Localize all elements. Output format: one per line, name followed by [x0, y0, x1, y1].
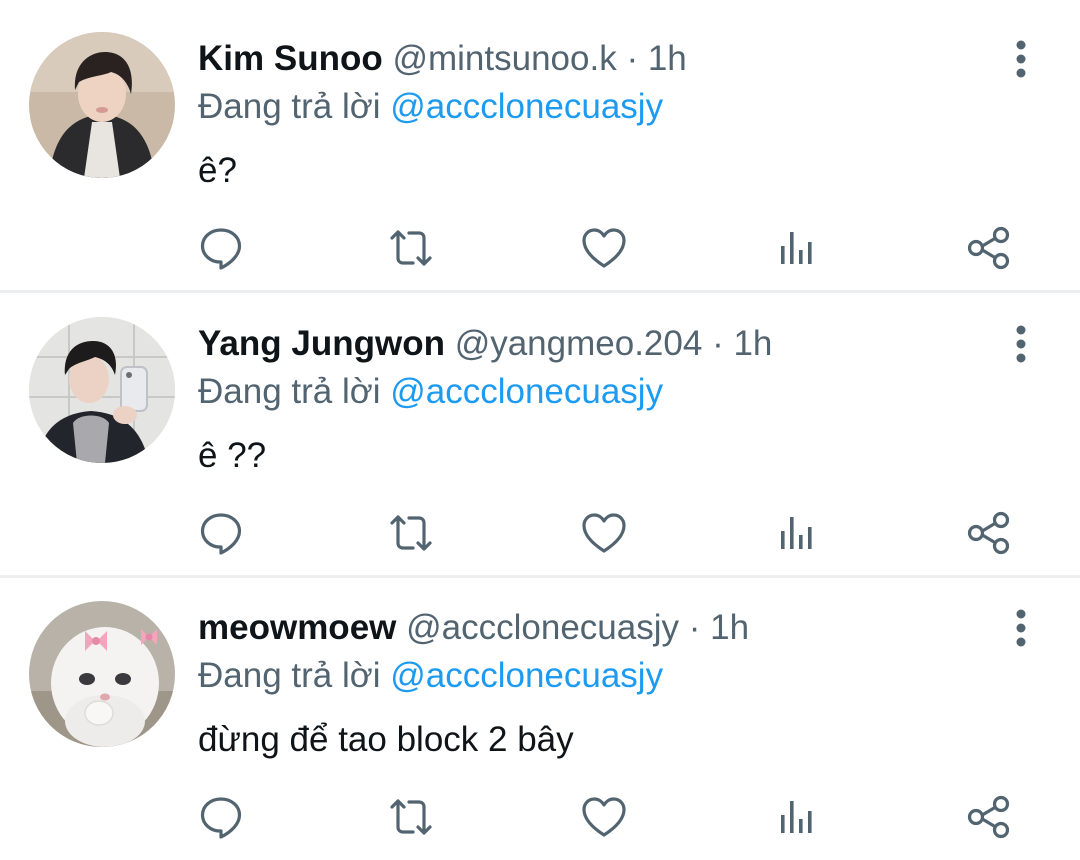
views-icon: [781, 232, 812, 264]
replying-to-line: Đang trả lời @accclonecuasjy: [198, 84, 663, 130]
retweet-button[interactable]: [387, 793, 435, 841]
tweet-item[interactable]: meowmoew @accclonecuasjy · 1h Đang trả l…: [0, 569, 1080, 853]
avatar[interactable]: [29, 601, 175, 747]
avatar[interactable]: [29, 32, 175, 178]
replying-to-label: Đang trả lời: [198, 656, 381, 695]
replying-to-label: Đang trả lời: [198, 372, 381, 411]
tweet-header: meowmoew @accclonecuasjy · 1h: [198, 605, 749, 651]
views-button[interactable]: [773, 224, 821, 272]
user-handle[interactable]: @accclonecuasjy: [406, 608, 679, 647]
heart-icon: [582, 797, 626, 837]
replying-to-handle[interactable]: @accclonecuasjy: [390, 87, 663, 126]
avatar-photo: [29, 32, 175, 178]
more-vertical-icon: [1016, 40, 1026, 78]
avatar-photo: [29, 601, 175, 747]
retweet-button[interactable]: [387, 224, 435, 272]
reply-icon: [200, 797, 242, 839]
avatar[interactable]: [29, 317, 175, 463]
display-name[interactable]: meowmoew: [198, 608, 396, 647]
retweet-icon: [390, 515, 432, 551]
reply-icon: [200, 228, 242, 270]
retweet-button[interactable]: [387, 509, 435, 557]
tweet-text: ê?: [198, 151, 237, 190]
replying-to-handle[interactable]: @accclonecuasjy: [390, 372, 663, 411]
share-icon: [967, 795, 1010, 839]
views-button[interactable]: [773, 509, 821, 557]
replying-to-line: Đang trả lời @accclonecuasjy: [198, 653, 663, 699]
more-options-button[interactable]: [1004, 323, 1038, 367]
share-icon: [967, 226, 1010, 270]
tweet-item[interactable]: Kim Sunoo @mintsunoo.k · 1h Đang trả lời…: [0, 0, 1080, 284]
views-button[interactable]: [773, 793, 821, 841]
replying-to-label: Đang trả lời: [198, 87, 381, 126]
display-name[interactable]: Kim Sunoo: [198, 39, 383, 78]
tweet-text: đừng để tao block 2 bây: [198, 720, 574, 759]
replying-to-line: Đang trả lời @accclonecuasjy: [198, 369, 663, 415]
user-handle[interactable]: @yangmeo.204: [455, 324, 703, 363]
more-vertical-icon: [1016, 325, 1026, 363]
like-button[interactable]: [580, 509, 628, 557]
heart-icon: [582, 228, 626, 268]
reply-button[interactable]: [197, 224, 245, 272]
display-name[interactable]: Yang Jungwon: [198, 324, 445, 363]
timestamp[interactable]: 1h: [648, 39, 687, 78]
reply-button[interactable]: [197, 509, 245, 557]
more-options-button[interactable]: [1004, 607, 1038, 651]
user-handle[interactable]: @mintsunoo.k: [392, 39, 616, 78]
retweet-icon: [390, 230, 432, 266]
views-icon: [781, 517, 812, 549]
like-button[interactable]: [580, 793, 628, 841]
timestamp[interactable]: 1h: [733, 324, 772, 363]
share-button[interactable]: [965, 793, 1013, 841]
retweet-icon: [390, 799, 432, 835]
timestamp[interactable]: 1h: [710, 608, 749, 647]
tweet-feed: Kim Sunoo @mintsunoo.k · 1h Đang trả lời…: [0, 0, 1080, 860]
reply-button[interactable]: [197, 793, 245, 841]
share-button[interactable]: [965, 224, 1013, 272]
tweet-item[interactable]: Yang Jungwon @yangmeo.204 · 1h Đang trả …: [0, 285, 1080, 569]
tweet-text: ê ??: [198, 436, 267, 475]
heart-icon: [582, 513, 626, 553]
replying-to-handle[interactable]: @accclonecuasjy: [390, 656, 663, 695]
like-button[interactable]: [580, 224, 628, 272]
tweet-header: Yang Jungwon @yangmeo.204 · 1h: [198, 321, 772, 367]
share-icon: [967, 511, 1010, 555]
separator-dot: ·: [626, 39, 639, 78]
more-vertical-icon: [1016, 609, 1026, 647]
more-options-button[interactable]: [1004, 38, 1038, 82]
separator-dot: ·: [688, 608, 701, 647]
reply-icon: [200, 513, 242, 555]
separator-dot: ·: [712, 324, 724, 363]
share-button[interactable]: [965, 509, 1013, 557]
avatar-photo: [29, 317, 175, 463]
views-icon: [781, 801, 812, 833]
tweet-header: Kim Sunoo @mintsunoo.k · 1h: [198, 36, 687, 82]
